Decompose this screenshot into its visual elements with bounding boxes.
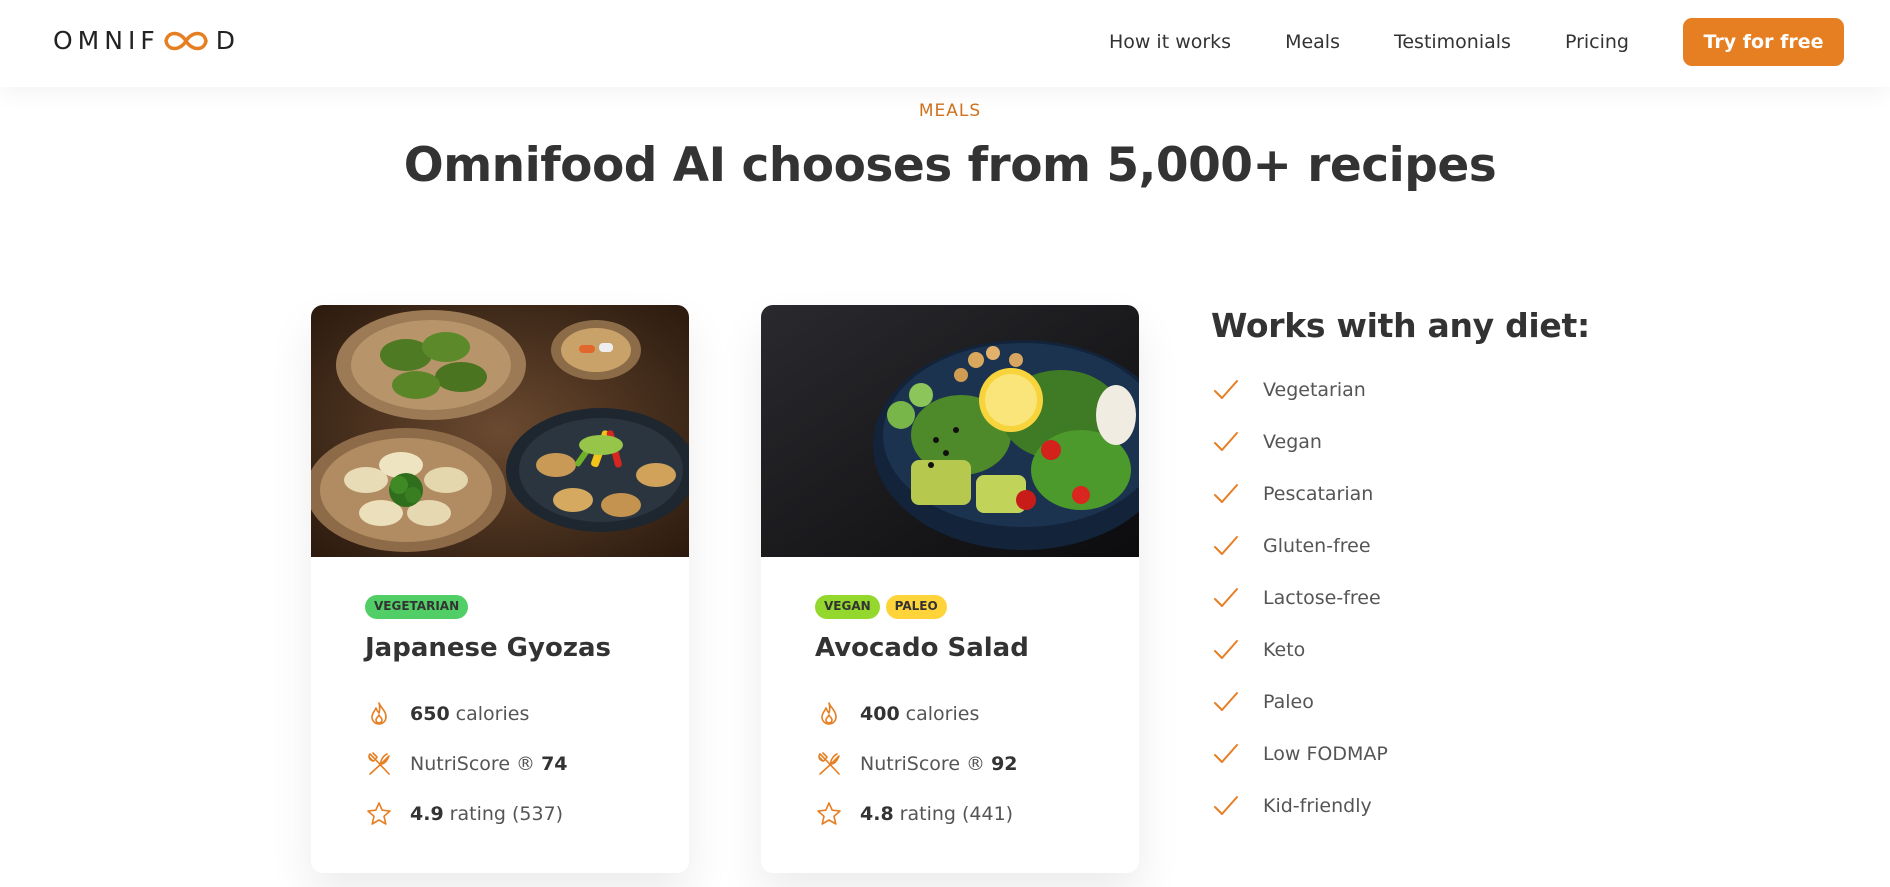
nutriscore-label: NutriScore ® bbox=[860, 753, 986, 775]
diet-list-panel: Works with any diet: Vegetarian Vegan Pe… bbox=[1211, 306, 1631, 832]
meal-calories: 400 calories bbox=[815, 689, 1109, 739]
diet-label: Vegan bbox=[1263, 431, 1322, 453]
checkmark-icon bbox=[1211, 635, 1241, 665]
checkmark-icon bbox=[1211, 375, 1241, 405]
tag-vegan: Vegan bbox=[815, 595, 880, 619]
checkmark-icon bbox=[1211, 427, 1241, 457]
nav-testimonials[interactable]: Testimonials bbox=[1394, 31, 1511, 53]
diets-title: Works with any diet: bbox=[1211, 306, 1590, 345]
meal-card-body: Vegetarian Japanese Gyozas 650 calories … bbox=[365, 595, 659, 839]
tag-vegetarian: Vegetarian bbox=[365, 595, 469, 619]
calories-value: 650 bbox=[410, 703, 450, 725]
section-subheading: MEALS bbox=[918, 101, 982, 121]
diet-label: Gluten-free bbox=[1263, 535, 1371, 557]
flame-icon bbox=[815, 700, 843, 728]
meal-nutriscore: NutriScore ® 92 bbox=[815, 739, 1109, 789]
meal-attributes: 650 calories NutriScore ® 74 4.9 rating … bbox=[365, 689, 659, 839]
diet-label: Keto bbox=[1263, 639, 1306, 661]
star-icon bbox=[815, 800, 843, 828]
checkmark-icon bbox=[1211, 531, 1241, 561]
diet-label: Pescatarian bbox=[1263, 483, 1374, 505]
meal-card-body: Vegan Paleo Avocado Salad 400 calories N… bbox=[815, 595, 1109, 839]
meal-rating: 4.9 rating (537) bbox=[365, 789, 659, 839]
nav-meals[interactable]: Meals bbox=[1285, 31, 1340, 53]
meal-attributes: 400 calories NutriScore ® 92 4.8 rating … bbox=[815, 689, 1109, 839]
diet-item: Vegetarian bbox=[1211, 364, 1631, 416]
section-heading: Omnifood AI chooses from 5,000+ recipes bbox=[403, 138, 1497, 193]
nav-pricing[interactable]: Pricing bbox=[1565, 31, 1629, 53]
rating-label: rating (441) bbox=[899, 803, 1014, 825]
meal-title: Avocado Salad bbox=[815, 633, 1029, 663]
meal-card-avocado-salad: Vegan Paleo Avocado Salad 400 calories N… bbox=[761, 305, 1139, 873]
logo-text-left: OMNIF bbox=[53, 26, 160, 55]
checkmark-icon bbox=[1211, 479, 1241, 509]
checkmark-icon bbox=[1211, 791, 1241, 821]
diet-label: Kid-friendly bbox=[1263, 795, 1372, 817]
calories-label: calories bbox=[455, 703, 530, 725]
meal-title: Japanese Gyozas bbox=[365, 633, 611, 663]
fork-knife-icon bbox=[815, 750, 843, 778]
meal-rating: 4.8 rating (441) bbox=[815, 789, 1109, 839]
diet-label: Lactose-free bbox=[1263, 587, 1381, 609]
nutriscore-value: 74 bbox=[541, 753, 568, 775]
omnifood-logo[interactable]: OMNIF D bbox=[53, 26, 240, 55]
nav-how-it-works[interactable]: How it works bbox=[1109, 31, 1231, 53]
rating-label: rating (537) bbox=[449, 803, 564, 825]
meal-image-avocado-salad bbox=[761, 305, 1139, 557]
meal-nutriscore: NutriScore ® 74 bbox=[365, 739, 659, 789]
diet-label: Paleo bbox=[1263, 691, 1314, 713]
nutriscore-value: 92 bbox=[991, 753, 1018, 775]
diet-label: Vegetarian bbox=[1263, 379, 1366, 401]
calories-value: 400 bbox=[860, 703, 900, 725]
checkmark-icon bbox=[1211, 687, 1241, 717]
calories-label: calories bbox=[905, 703, 980, 725]
diet-item: Pescatarian bbox=[1211, 468, 1631, 520]
rating-value: 4.8 bbox=[860, 803, 894, 825]
diet-item: Paleo bbox=[1211, 676, 1631, 728]
infinity-logo-icon bbox=[163, 31, 208, 50]
try-for-free-button[interactable]: Try for free bbox=[1683, 18, 1844, 66]
diet-item: Lactose-free bbox=[1211, 572, 1631, 624]
tag-paleo: Paleo bbox=[885, 595, 947, 619]
main-nav: How it works Meals Testimonials Pricing … bbox=[1109, 18, 1844, 66]
logo-text-right: D bbox=[215, 26, 240, 55]
diet-item: Low FODMAP bbox=[1211, 728, 1631, 780]
nutriscore-label: NutriScore ® bbox=[410, 753, 536, 775]
checkmark-icon bbox=[1211, 583, 1241, 613]
diet-item: Vegan bbox=[1211, 416, 1631, 468]
star-icon bbox=[365, 800, 393, 828]
diet-item: Kid-friendly bbox=[1211, 780, 1631, 832]
diet-label: Low FODMAP bbox=[1263, 743, 1388, 765]
site-header: OMNIF D How it works Meals Testimonials … bbox=[0, 0, 1890, 87]
flame-icon bbox=[365, 700, 393, 728]
meal-calories: 650 calories bbox=[365, 689, 659, 739]
checkmark-icon bbox=[1211, 739, 1241, 769]
fork-knife-icon bbox=[365, 750, 393, 778]
meal-card-japanese-gyozas: Vegetarian Japanese Gyozas 650 calories … bbox=[311, 305, 689, 873]
meal-tags: Vegetarian bbox=[365, 595, 659, 619]
diet-item: Gluten-free bbox=[1211, 520, 1631, 572]
rating-value: 4.9 bbox=[410, 803, 444, 825]
diet-list: Vegetarian Vegan Pescatarian Gluten-free… bbox=[1211, 364, 1631, 832]
meal-tags: Vegan Paleo bbox=[815, 595, 1109, 619]
meal-image-gyozas bbox=[311, 305, 689, 557]
diet-item: Keto bbox=[1211, 624, 1631, 676]
